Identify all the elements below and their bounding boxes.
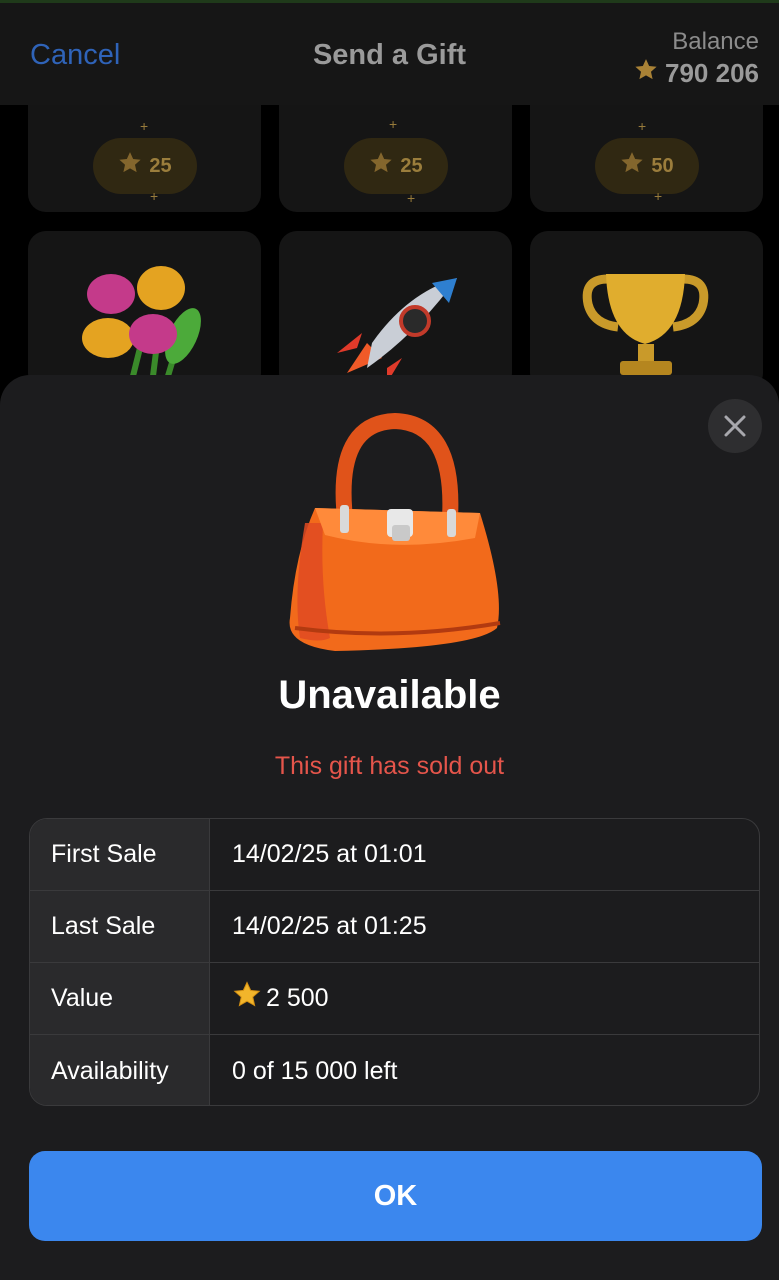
gift-price: 25 — [343, 138, 448, 194]
tulip-bouquet-icon — [82, 266, 201, 377]
rocket-icon — [337, 278, 457, 383]
balance-value: 790 206 — [665, 58, 759, 88]
table-row: Availability 0 of 15 000 left — [30, 1035, 759, 1105]
gift-card[interactable] — [28, 231, 261, 391]
navigation-bar: Cancel Send a Gift Balance 790 206 — [0, 0, 779, 105]
first-sale-label: First Sale — [30, 819, 210, 890]
gift-card[interactable] — [530, 231, 763, 391]
table-row: First Sale 14/02/25 at 01:01 — [30, 819, 759, 891]
availability-value: 0 of 15 000 left — [232, 1056, 398, 1085]
sparkle-icon: + — [654, 188, 663, 204]
table-row: Value 2 500 — [30, 963, 759, 1035]
value-cell: 2 500 — [210, 963, 759, 1034]
gift-details-sheet: Unavailable This gift has sold out First… — [0, 375, 779, 1280]
sparkle-icon: + — [389, 116, 398, 132]
star-icon — [619, 150, 645, 182]
gift-price-value: 50 — [651, 154, 674, 177]
status-heading: Unavailable — [278, 673, 501, 717]
handbag-icon — [289, 413, 501, 651]
sparkle-icon: + — [140, 118, 149, 134]
ok-button[interactable]: OK — [29, 1151, 762, 1241]
availability-label: Availability — [30, 1035, 210, 1105]
gift-price-value: 25 — [149, 154, 172, 177]
last-sale-label: Last Sale — [30, 891, 210, 962]
gift-price-value: 25 — [400, 154, 423, 177]
value-label: Value — [30, 963, 210, 1034]
trophy-icon — [582, 274, 709, 375]
star-icon — [633, 57, 659, 90]
close-button[interactable] — [708, 399, 762, 453]
first-sale-value: 14/02/25 at 01:01 — [232, 840, 427, 868]
sparkle-icon: + — [638, 118, 647, 134]
last-sale-value: 14/02/25 at 01:25 — [232, 912, 427, 940]
sold-out-message: This gift has sold out — [274, 752, 505, 780]
balance-label: Balance — [672, 28, 759, 55]
gift-card[interactable] — [279, 231, 512, 391]
sparkle-icon: + — [150, 188, 159, 204]
star-icon — [368, 150, 394, 182]
gift-price: 25 — [92, 138, 197, 194]
star-icon — [117, 150, 143, 182]
gift-value: 2 500 — [266, 984, 329, 1012]
balance-display: 790 206 — [633, 57, 759, 90]
table-row: Last Sale 14/02/25 at 01:25 — [30, 891, 759, 963]
sparkle-icon: + — [407, 190, 416, 206]
gift-details-table: First Sale 14/02/25 at 01:01 Last Sale 1… — [29, 818, 760, 1106]
close-icon — [724, 415, 746, 437]
star-icon — [232, 980, 262, 1017]
gift-price: 50 — [594, 138, 699, 194]
